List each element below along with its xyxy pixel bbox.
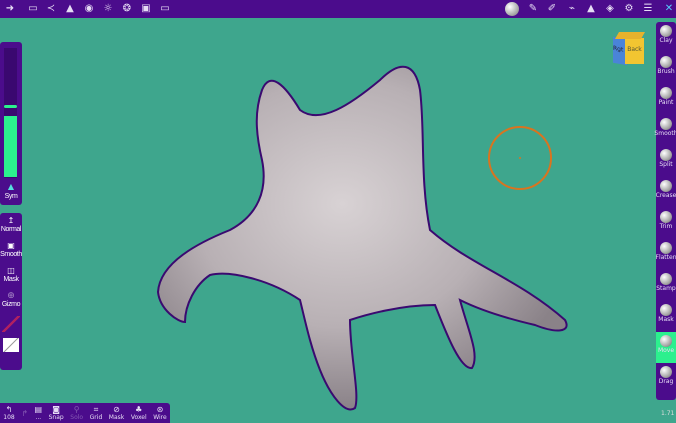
tool-label: Move <box>657 347 675 354</box>
normal-button[interactable]: ↥ Normal <box>0 213 22 238</box>
drag-tool-icon <box>660 366 672 378</box>
clay-tool-icon <box>660 25 672 37</box>
gizmo-label: Gizmo <box>1 301 21 308</box>
brush-tool-icon <box>660 56 672 68</box>
color-none-swatch[interactable] <box>2 316 20 332</box>
gizmo-button[interactable]: ⊕ Gizmo <box>0 288 22 313</box>
tool-label: Paint <box>658 99 674 106</box>
bottom-label: Mask <box>108 414 125 421</box>
grid-icon: ⌗ <box>93 405 99 414</box>
voxel-button[interactable]: ♣ Voxel <box>131 405 147 421</box>
bottom-label: Snap <box>48 414 64 421</box>
tool-label: Smooth <box>654 130 676 137</box>
mask-icon: ⊘ <box>113 405 120 414</box>
tool-crease[interactable]: Crease <box>656 177 676 208</box>
viewport[interactable] <box>0 0 676 423</box>
solo-icon: ⚲ <box>73 405 80 414</box>
tool-brush[interactable]: Brush <box>656 53 676 84</box>
cube-face-top <box>614 32 646 39</box>
mask-tool-icon <box>660 304 672 316</box>
paint-tool-icon <box>660 87 672 99</box>
wire-button[interactable]: ⊛ Wire <box>153 405 167 421</box>
tool-label: Clay <box>659 37 673 44</box>
cube-face-back[interactable]: Back <box>625 38 644 64</box>
gizmo-icon: ⊕ <box>7 291 15 301</box>
smooth-icon: ▣ <box>7 241 15 250</box>
undo-button[interactable]: ↰ 108 <box>3 405 14 421</box>
layer-button[interactable]: ▤... <box>35 405 43 421</box>
radius-slider-handle[interactable] <box>4 105 17 108</box>
tool-label: Drag <box>658 378 674 385</box>
tool-label: Mask <box>658 316 674 323</box>
split-tool-icon <box>660 149 672 161</box>
color-swatch[interactable] <box>3 338 19 352</box>
brush-cursor-center <box>519 157 521 159</box>
sculpt-model <box>156 65 568 411</box>
tool-stamp[interactable]: Stamp <box>656 270 676 301</box>
redo-icon: ↱ <box>21 408 28 418</box>
normal-label: Normal <box>0 226 22 233</box>
bottom-label: Voxel <box>130 414 147 421</box>
intensity-slider-fill[interactable] <box>4 116 17 177</box>
bottom-label: Solo <box>70 414 84 421</box>
snap-icon: ◙ <box>52 405 61 414</box>
tool-label: Flatten <box>655 254 676 261</box>
tool-label: Stamp <box>656 285 676 292</box>
version-label: 1.71 <box>661 410 675 417</box>
tool-mask[interactable]: Mask <box>656 301 676 332</box>
bottom-toolbar: ↰ 108 ↱ ▤... ◙ Snap ⚲ Solo ⌗ Grid ⊘ Mask ♣ Voxel ⊛ Wire <box>0 403 170 423</box>
tool-split[interactable]: Split <box>656 146 676 177</box>
grid-button[interactable]: ⌗ Grid <box>90 405 103 421</box>
smooth-button[interactable]: ▣ Smooth <box>0 238 22 263</box>
mask-icon: ◫ <box>7 266 15 275</box>
right-tools-panel: Clay Brush Paint Smooth Split Crease Trim Flatt… <box>654 22 676 400</box>
tool-drag[interactable]: Drag <box>656 363 676 394</box>
tool-paint[interactable]: Paint <box>656 84 676 115</box>
arrow-up-icon: ↥ <box>7 216 15 225</box>
tool-flatten[interactable]: Flatten <box>656 239 676 270</box>
move-tool-icon <box>660 335 672 347</box>
left-tools-panel: ↥ Normal ▣ Smooth ◫ Mask ⊕ Gizmo <box>0 213 22 370</box>
layer-icon: ▤ <box>34 405 43 414</box>
tool-label: Split <box>659 161 673 168</box>
wire-icon: ⊛ <box>156 405 164 414</box>
mask-button[interactable]: ⊘ Mask <box>109 405 124 421</box>
bottom-label: 108 <box>3 414 15 421</box>
crease-tool-icon <box>660 180 672 192</box>
symmetry-icon[interactable]: ▲ <box>0 182 22 191</box>
flatten-tool-icon <box>660 242 672 254</box>
sym-label: Sym <box>4 193 18 200</box>
tool-clay[interactable]: Clay <box>656 22 676 53</box>
tool-move[interactable]: Move <box>656 332 676 363</box>
undo-icon: ↰ <box>5 405 13 414</box>
view-cube[interactable]: Rgt Back <box>611 32 646 66</box>
mask-button[interactable]: ◫ Mask <box>0 263 22 288</box>
solo-button[interactable]: ⚲ Solo <box>70 405 83 421</box>
redo-button[interactable]: ↱ <box>21 409 28 418</box>
tool-label: Crease <box>655 192 676 199</box>
trim-tool-icon <box>660 211 672 223</box>
smooth-label: Smooth <box>0 251 22 258</box>
bottom-label: Grid <box>89 414 103 421</box>
voxel-icon: ♣ <box>135 405 143 414</box>
tool-smooth[interactable]: Smooth <box>654 115 676 146</box>
left-slider-panel: ▲ Sym <box>0 42 22 205</box>
smooth-tool-icon <box>660 118 672 130</box>
mask-label: Mask <box>3 276 19 283</box>
stamp-tool-icon <box>660 273 672 285</box>
tool-label: Trim <box>659 223 673 230</box>
snap-button[interactable]: ◙ Snap <box>49 405 64 421</box>
bottom-label: Wire <box>153 414 167 421</box>
tool-trim[interactable]: Trim <box>656 208 676 239</box>
bottom-label: ... <box>35 414 42 421</box>
tool-label: Brush <box>657 68 675 75</box>
